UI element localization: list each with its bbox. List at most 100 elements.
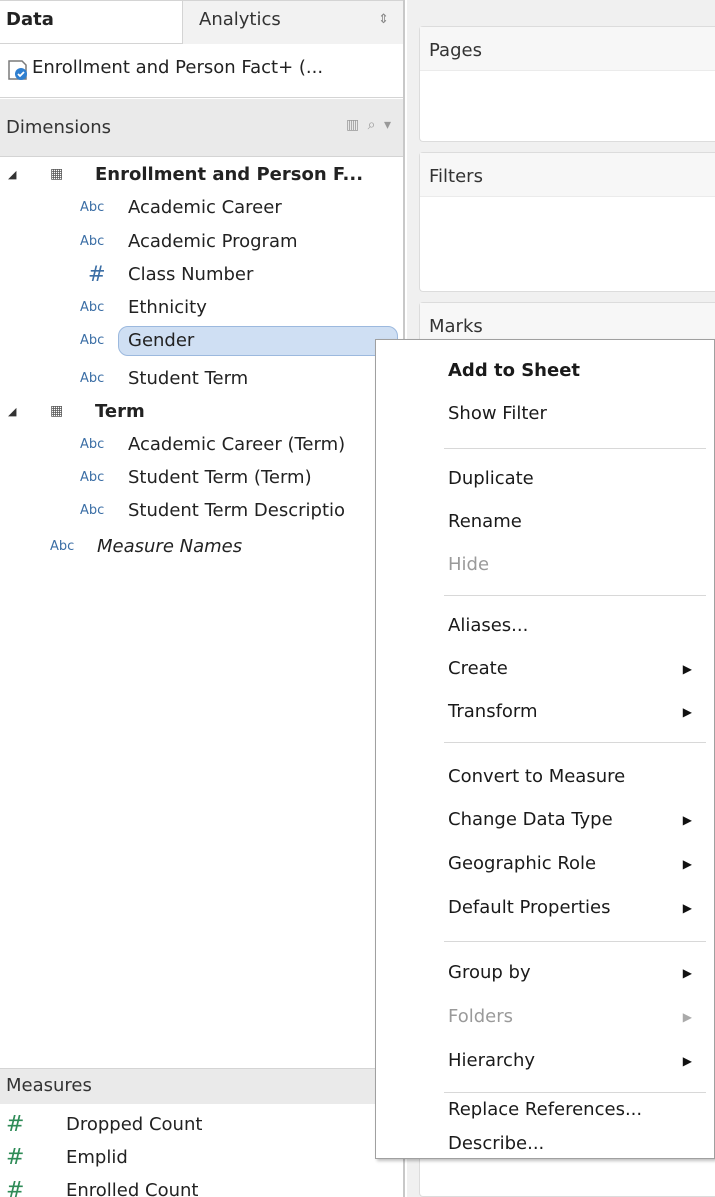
field-gender[interactable]: Abc Gender [0,324,403,357]
menu-item-label: Group by [448,962,531,983]
field-academic-career-term[interactable]: Abc Academic Career (Term) [0,428,403,461]
abc-type-icon: Abc [50,539,75,554]
menu-item-label: Duplicate [448,468,534,489]
group-row-enrollment[interactable]: ◢ ▦ Enrollment and Person F... [0,158,403,191]
menu-aliases[interactable]: Aliases... [424,609,714,643]
group-label: Term [95,401,145,422]
abc-type-icon: Abc [80,300,105,315]
field-class-number[interactable]: # Class Number [0,258,403,291]
filters-shelf-title: Filters [420,153,715,197]
expand-caret-icon[interactable]: ◢ [8,158,16,191]
field-label: Academic Program [128,231,298,252]
abc-type-icon: Abc [80,234,105,249]
menu-replace-references[interactable]: Replace References... [424,1093,714,1127]
filters-shelf[interactable]: Filters [419,152,715,292]
dimensions-tools-icon[interactable]: ▥ ⌕ ▾ [346,117,393,133]
menu-item-label: Add to Sheet [448,360,581,381]
tab-data[interactable]: Data [0,1,182,44]
menu-default-properties[interactable]: Default Properties ▶ [424,891,714,925]
field-label: Enrolled Count [66,1180,199,1197]
datasource-row[interactable]: Enrollment and Person Fact+ (... [0,46,403,98]
submenu-arrow-icon: ▶ [682,705,692,719]
context-menu: Add to Sheet Show Filter Duplicate Renam… [375,339,715,1159]
menu-item-label: Describe... [448,1133,545,1154]
field-ethnicity[interactable]: Abc Ethnicity [0,291,403,324]
menu-change-data-type[interactable]: Change Data Type ▶ [424,803,714,837]
field-label: Dropped Count [66,1114,203,1135]
field-student-term-term[interactable]: Abc Student Term (Term) [0,461,403,494]
measure-dropped-count[interactable]: # Dropped Count [0,1108,403,1141]
field-academic-program[interactable]: Abc Academic Program [0,225,403,258]
datasource-label: Enrollment and Person Fact+ (... [32,57,324,78]
menu-item-label: Convert to Measure [448,766,626,787]
data-pane: Data Analytics ⇕ Enrollment and Person F… [0,0,405,1197]
expand-caret-icon[interactable]: ◢ [8,395,16,428]
dimensions-label: Dimensions [6,117,112,138]
hash-type-icon: # [6,1112,25,1137]
abc-type-icon: Abc [80,333,105,348]
tab-scroll-arrows-icon[interactable]: ⇕ [378,1,389,39]
field-label: Gender [128,330,195,351]
menu-separator [444,742,706,743]
abc-type-icon: Abc [80,200,105,215]
menu-item-label: Hierarchy [448,1050,536,1071]
menu-item-label: Hide [448,554,490,575]
submenu-arrow-icon: ▶ [682,1054,692,1068]
field-academic-career[interactable]: Abc Academic Career [0,191,403,224]
hash-type-icon: # [6,1145,25,1170]
menu-item-label: Show Filter [448,403,547,424]
field-label: Student Term Descriptio [128,500,346,521]
menu-separator [444,595,706,596]
menu-separator [444,941,706,942]
datasource-icon [8,60,27,80]
hash-type-icon: # [88,262,106,286]
menu-item-label: Transform [448,701,538,722]
field-label: Ethnicity [128,297,207,318]
field-student-term-description[interactable]: Abc Student Term Descriptio [0,494,403,527]
measure-enrolled-count[interactable]: # Enrolled Count [0,1174,403,1197]
menu-gutter [376,340,426,1158]
pane-tabs: Data Analytics ⇕ [0,0,403,44]
group-row-term[interactable]: ◢ ▦ Term [0,395,403,428]
menu-item-label: Geographic Role [448,853,597,874]
menu-create[interactable]: Create ▶ [424,652,714,686]
dimensions-header: Dimensions ▥ ⌕ ▾ [0,99,403,157]
menu-rename[interactable]: Rename [424,505,714,539]
field-label: Student Term [128,368,249,389]
abc-type-icon: Abc [80,371,105,386]
field-label: Student Term (Term) [128,467,312,488]
submenu-arrow-icon: ▶ [682,966,692,980]
field-measure-names[interactable]: Abc Measure Names [0,530,403,563]
pages-shelf[interactable]: Pages [419,26,715,142]
menu-item-label: Folders [448,1006,514,1027]
field-student-term[interactable]: Abc Student Term [0,362,403,395]
submenu-arrow-icon: ▶ [682,813,692,827]
abc-type-icon: Abc [80,437,105,452]
menu-group-by[interactable]: Group by ▶ [424,956,714,990]
menu-hierarchy[interactable]: Hierarchy ▶ [424,1044,714,1078]
field-label: Academic Career (Term) [128,434,346,455]
measure-emplid[interactable]: # Emplid [0,1141,403,1174]
menu-geographic-role[interactable]: Geographic Role ▶ [424,847,714,881]
measures-header: Measures [0,1068,403,1104]
menu-describe[interactable]: Describe... [424,1127,714,1161]
submenu-arrow-icon: ▶ [682,857,692,871]
field-label: Class Number [128,264,254,285]
abc-type-icon: Abc [80,470,105,485]
menu-transform[interactable]: Transform ▶ [424,695,714,729]
menu-duplicate[interactable]: Duplicate [424,462,714,496]
menu-convert-to-measure[interactable]: Convert to Measure [424,760,714,794]
measures-label: Measures [6,1075,92,1096]
menu-add-to-sheet[interactable]: Add to Sheet [424,354,714,388]
hash-type-icon: # [6,1178,25,1197]
tab-analytics-label: Analytics [199,9,281,30]
table-icon: ▦ [50,166,64,182]
tab-analytics[interactable]: Analytics ⇕ [182,1,403,44]
group-label: Enrollment and Person F... [95,164,364,185]
submenu-arrow-icon: ▶ [682,901,692,915]
field-label: Emplid [66,1147,128,1168]
pages-shelf-title: Pages [420,27,715,71]
menu-show-filter[interactable]: Show Filter [424,397,714,431]
table-icon: ▦ [50,403,64,419]
menu-hide: Hide [424,548,714,582]
